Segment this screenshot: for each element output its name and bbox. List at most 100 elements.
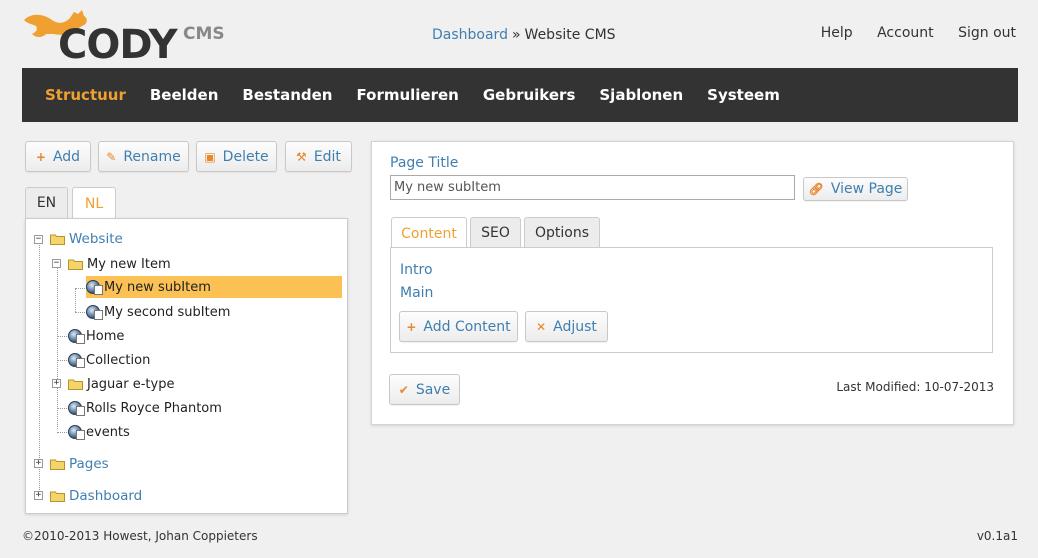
tree-node-pages[interactable]: Pages xyxy=(50,453,115,475)
tree-node-label: Pages xyxy=(69,456,109,472)
add-button[interactable]: + Add xyxy=(25,141,91,172)
adjust-button-label: Adjust xyxy=(553,318,597,335)
edit-button[interactable]: ⚒ Edit xyxy=(285,141,352,172)
content-link-main[interactable]: Main xyxy=(400,285,433,301)
page-icon xyxy=(68,329,85,344)
breadcrumb-current: Website CMS xyxy=(524,27,616,43)
tree-node-rolls-royce[interactable]: Rolls Royce Phantom xyxy=(68,397,228,419)
page-icon xyxy=(86,280,103,295)
tree-node-my-second-subitem[interactable]: My second subItem xyxy=(86,301,236,323)
tree-connector xyxy=(39,239,40,494)
plus-icon: + xyxy=(406,319,417,334)
edit-button-label: Edit xyxy=(313,148,341,165)
menu-item-structuur[interactable]: Structuur xyxy=(45,86,126,104)
plus-icon: + xyxy=(35,149,46,164)
rename-button[interactable]: ✎ Rename xyxy=(98,141,189,172)
page-icon xyxy=(86,305,103,320)
breadcrumb-separator: » xyxy=(511,27,521,43)
account-link[interactable]: Account xyxy=(877,25,934,41)
tree-connector xyxy=(75,288,85,289)
menu-item-sjablonen[interactable]: Sjablonen xyxy=(599,86,683,104)
page-icon xyxy=(68,425,85,440)
menu-item-systeem[interactable]: Systeem xyxy=(707,86,780,104)
sign-out-link[interactable]: Sign out xyxy=(958,25,1016,41)
add-content-button[interactable]: + Add Content xyxy=(399,311,518,342)
menu-item-gebruikers[interactable]: Gebruikers xyxy=(483,86,576,104)
expand-dashboard-toggle[interactable]: + xyxy=(34,491,43,500)
tree-node-label: Dashboard xyxy=(69,488,143,504)
cody-logo[interactable]: CODY CMS xyxy=(22,4,232,68)
tree-connector xyxy=(75,312,85,313)
logo-suffix: CMS xyxy=(183,24,225,44)
tree-node-my-new-subitem[interactable]: My new subItem xyxy=(86,276,342,298)
tree-connector xyxy=(57,360,67,361)
tree-node-label: Home xyxy=(86,328,125,344)
view-page-button-label: View Page xyxy=(830,181,903,197)
tree-node-jaguar[interactable]: Jaguar e-type xyxy=(68,373,180,395)
last-modified-value: 10-07-2013 xyxy=(924,380,994,394)
tree-node-label: Rolls Royce Phantom xyxy=(86,400,222,416)
tree-node-label: events xyxy=(86,424,130,440)
tree-node-home[interactable]: Home xyxy=(68,325,130,347)
collapse-my-new-item-toggle[interactable]: − xyxy=(52,259,61,268)
tree-node-dashboard[interactable]: Dashboard xyxy=(50,485,148,507)
save-button[interactable]: ✔ Save xyxy=(389,374,460,405)
tree-node-my-new-item[interactable]: My new Item xyxy=(68,253,177,275)
tab-nl[interactable]: NL xyxy=(72,187,116,219)
breadcrumb: Dashboard» Website CMS xyxy=(432,27,616,43)
expand-pages-toggle[interactable]: + xyxy=(34,459,43,468)
tree-node-label: Collection xyxy=(86,352,151,368)
menu-item-bestanden[interactable]: Bestanden xyxy=(242,86,332,104)
tree-node-label: Jaguar e-type xyxy=(87,376,175,392)
last-modified-label: Last Modified: xyxy=(836,380,921,394)
tree-connector xyxy=(75,288,76,312)
footer-version: v0.1a1 xyxy=(976,529,1018,543)
delete-button[interactable]: ▣ Delete xyxy=(196,141,277,172)
folder-icon xyxy=(68,379,83,390)
content-link-intro[interactable]: Intro xyxy=(400,262,433,278)
delete-button-label: Delete xyxy=(222,148,269,165)
tree-node-label: My new subItem xyxy=(104,279,211,295)
menu-item-formulieren[interactable]: Formulieren xyxy=(357,86,459,104)
tab-seo[interactable]: SEO xyxy=(470,217,521,248)
tree-connector xyxy=(57,408,67,409)
tree-node-label: Website xyxy=(69,231,123,247)
tree-node-website[interactable]: Website xyxy=(50,228,129,250)
adjust-button[interactable]: ✕ Adjust xyxy=(525,311,608,342)
tab-content[interactable]: Content xyxy=(391,217,467,249)
collapse-website-toggle[interactable]: − xyxy=(34,235,43,244)
rename-button-label: Rename xyxy=(123,148,181,165)
save-button-label: Save xyxy=(415,381,451,398)
expand-jaguar-toggle[interactable]: + xyxy=(52,379,61,388)
last-modified: Last Modified: 10-07-2013 xyxy=(836,380,994,394)
folder-icon xyxy=(50,491,65,502)
page-title-label: Page Title xyxy=(390,155,459,171)
trash-icon: ▣ xyxy=(204,149,216,164)
breadcrumb-dashboard-link[interactable]: Dashboard xyxy=(432,27,508,43)
link-icon: 🔗︎ xyxy=(808,182,824,196)
folder-icon xyxy=(68,259,83,270)
folder-icon xyxy=(50,234,65,245)
tab-options[interactable]: Options xyxy=(524,217,600,248)
logo-wordmark: CODY xyxy=(58,22,178,68)
page-icon xyxy=(68,401,85,416)
page-title-input[interactable] xyxy=(390,175,795,200)
main-menu: Structuur Beelden Bestanden Formulieren … xyxy=(22,68,1018,122)
tree-connector xyxy=(57,264,58,429)
footer-copyright: ©2010-2013 Howest, Johan Coppieters xyxy=(22,529,258,543)
checkmark-icon: ✔ xyxy=(398,382,409,397)
close-icon: ✕ xyxy=(536,319,547,334)
add-button-label: Add xyxy=(52,148,81,165)
tree-node-label: My new Item xyxy=(87,256,171,272)
tab-en[interactable]: EN xyxy=(25,187,68,218)
tree-node-events[interactable]: events xyxy=(68,421,136,443)
view-page-button[interactable]: 🔗︎ View Page xyxy=(803,177,908,201)
tree-node-collection[interactable]: Collection xyxy=(68,349,156,371)
tree-node-label: My second subItem xyxy=(104,304,231,320)
folder-icon xyxy=(50,459,65,470)
page-tree: − − + + + Website My new Item My new sub… xyxy=(25,218,348,514)
help-link[interactable]: Help xyxy=(821,25,853,41)
menu-item-beelden[interactable]: Beelden xyxy=(150,86,219,104)
pencil-icon: ✎ xyxy=(106,149,117,164)
top-nav: Help Account Sign out xyxy=(801,25,1016,41)
